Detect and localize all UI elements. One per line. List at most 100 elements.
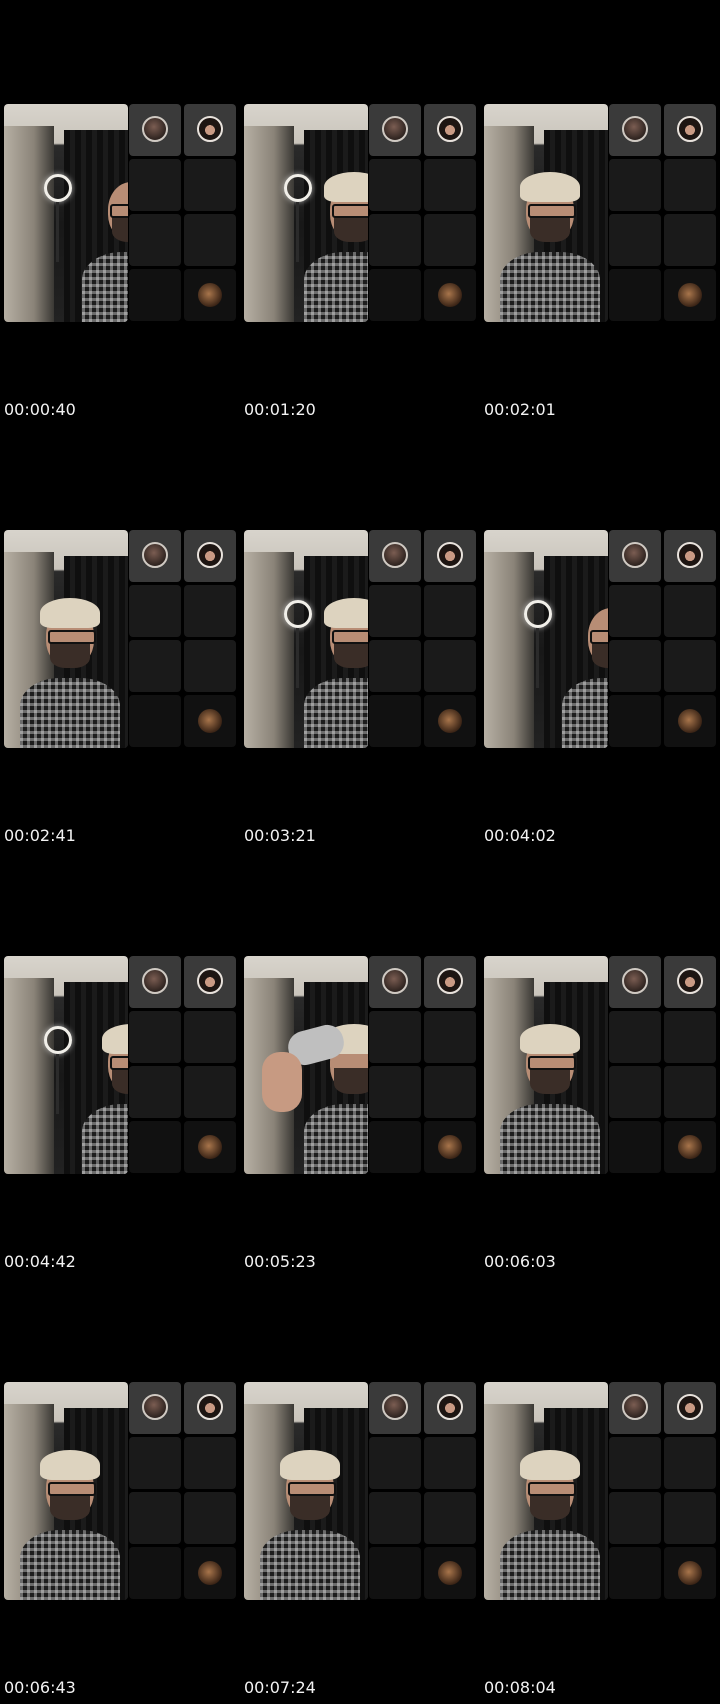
main-video-feed	[484, 956, 608, 1174]
participant-tile[interactable]	[424, 269, 476, 321]
participant-grid	[609, 104, 718, 322]
participant-tile[interactable]	[664, 269, 716, 321]
empty-tile	[609, 1121, 661, 1173]
empty-tile	[369, 1121, 421, 1173]
participant-tile[interactable]	[424, 530, 476, 582]
empty-tile	[184, 585, 236, 637]
empty-tile	[129, 640, 181, 692]
participant-tile[interactable]	[664, 956, 716, 1008]
participant-tile[interactable]	[129, 104, 181, 156]
participant-tile[interactable]	[424, 695, 476, 747]
main-video-feed	[244, 530, 368, 748]
empty-tile	[184, 1437, 236, 1489]
participant-tile[interactable]	[369, 530, 421, 582]
frame-thumbnail[interactable]	[484, 956, 718, 1174]
ring-light	[43, 1025, 72, 1054]
main-video-feed	[244, 1382, 368, 1600]
participant-tile[interactable]	[664, 104, 716, 156]
empty-tile	[369, 585, 421, 637]
participant-tile[interactable]	[369, 1382, 421, 1434]
participant-tile[interactable]	[424, 1121, 476, 1173]
participant-tile[interactable]	[129, 956, 181, 1008]
participant-tile[interactable]	[609, 530, 661, 582]
participant-tile[interactable]	[424, 104, 476, 156]
participant-tile[interactable]	[609, 956, 661, 1008]
empty-tile	[609, 585, 661, 637]
empty-tile	[424, 1011, 476, 1063]
small-avatar-icon	[198, 709, 222, 733]
participant-tile[interactable]	[184, 695, 236, 747]
frame-thumbnail[interactable]	[244, 104, 478, 322]
man-avatar-icon	[622, 968, 648, 994]
participant-tile[interactable]	[184, 530, 236, 582]
empty-tile	[609, 1011, 661, 1063]
woman-avatar-icon	[677, 116, 703, 142]
main-video-feed	[484, 104, 608, 322]
participant-tile[interactable]	[664, 1547, 716, 1599]
empty-tile	[609, 695, 661, 747]
man-avatar-icon	[622, 1394, 648, 1420]
participant-tile[interactable]	[664, 695, 716, 747]
main-video-feed	[484, 1382, 608, 1600]
person	[500, 1024, 600, 1174]
empty-tile	[369, 1066, 421, 1118]
man-avatar-icon	[142, 968, 168, 994]
frame-thumbnail[interactable]	[244, 956, 478, 1174]
participant-grid	[129, 1382, 238, 1600]
man-avatar-icon	[142, 542, 168, 568]
frame-timestamp: 00:06:43	[4, 1678, 76, 1697]
empty-tile	[369, 159, 421, 211]
participant-grid	[609, 1382, 718, 1600]
woman-avatar-icon	[197, 1394, 223, 1420]
frame-thumbnail[interactable]	[4, 1382, 238, 1600]
frame-thumbnail[interactable]	[244, 1382, 478, 1600]
frame-thumbnail[interactable]	[4, 530, 238, 748]
participant-tile[interactable]	[184, 1121, 236, 1173]
frame-cell: 00:06:03	[480, 852, 720, 1278]
empty-tile	[664, 640, 716, 692]
empty-tile	[129, 585, 181, 637]
participant-tile[interactable]	[184, 1382, 236, 1434]
empty-tile	[424, 1492, 476, 1544]
frame-thumbnail[interactable]	[484, 1382, 718, 1600]
frame-timestamp: 00:06:03	[484, 1252, 556, 1271]
empty-tile	[129, 1547, 181, 1599]
woman-avatar-icon	[437, 542, 463, 568]
participant-tile[interactable]	[184, 956, 236, 1008]
participant-tile[interactable]	[609, 104, 661, 156]
frame-thumbnail[interactable]	[244, 530, 478, 748]
frame-cell: 00:05:23	[240, 852, 480, 1278]
participant-tile[interactable]	[664, 1382, 716, 1434]
participant-tile[interactable]	[664, 1121, 716, 1173]
participant-tile[interactable]	[424, 1382, 476, 1434]
participant-tile[interactable]	[129, 1382, 181, 1434]
participant-tile[interactable]	[369, 104, 421, 156]
frame-thumbnail[interactable]	[484, 104, 718, 322]
participant-tile[interactable]	[424, 956, 476, 1008]
participant-tile[interactable]	[424, 1547, 476, 1599]
frame-cell: 00:07:24	[240, 1278, 480, 1704]
main-video-feed	[4, 530, 128, 748]
participant-tile[interactable]	[609, 1382, 661, 1434]
small-avatar-icon	[438, 1561, 462, 1585]
frame-timestamp: 00:07:24	[244, 1678, 316, 1697]
participant-tile[interactable]	[664, 530, 716, 582]
participant-tile[interactable]	[369, 956, 421, 1008]
frame-thumbnail[interactable]	[4, 956, 238, 1174]
empty-tile	[129, 695, 181, 747]
ring-light	[43, 173, 72, 202]
frame-thumbnail[interactable]	[484, 530, 718, 748]
person	[304, 598, 368, 748]
small-avatar-icon	[678, 1135, 702, 1159]
frame-thumbnail[interactable]	[4, 104, 238, 322]
participant-tile[interactable]	[129, 530, 181, 582]
empty-tile	[369, 214, 421, 266]
person	[562, 598, 608, 748]
participant-tile[interactable]	[184, 104, 236, 156]
participant-tile[interactable]	[184, 1547, 236, 1599]
woman-avatar-icon	[437, 1394, 463, 1420]
empty-tile	[369, 1011, 421, 1063]
participant-tile[interactable]	[184, 269, 236, 321]
main-video-feed	[244, 956, 368, 1174]
small-avatar-icon	[678, 1561, 702, 1585]
